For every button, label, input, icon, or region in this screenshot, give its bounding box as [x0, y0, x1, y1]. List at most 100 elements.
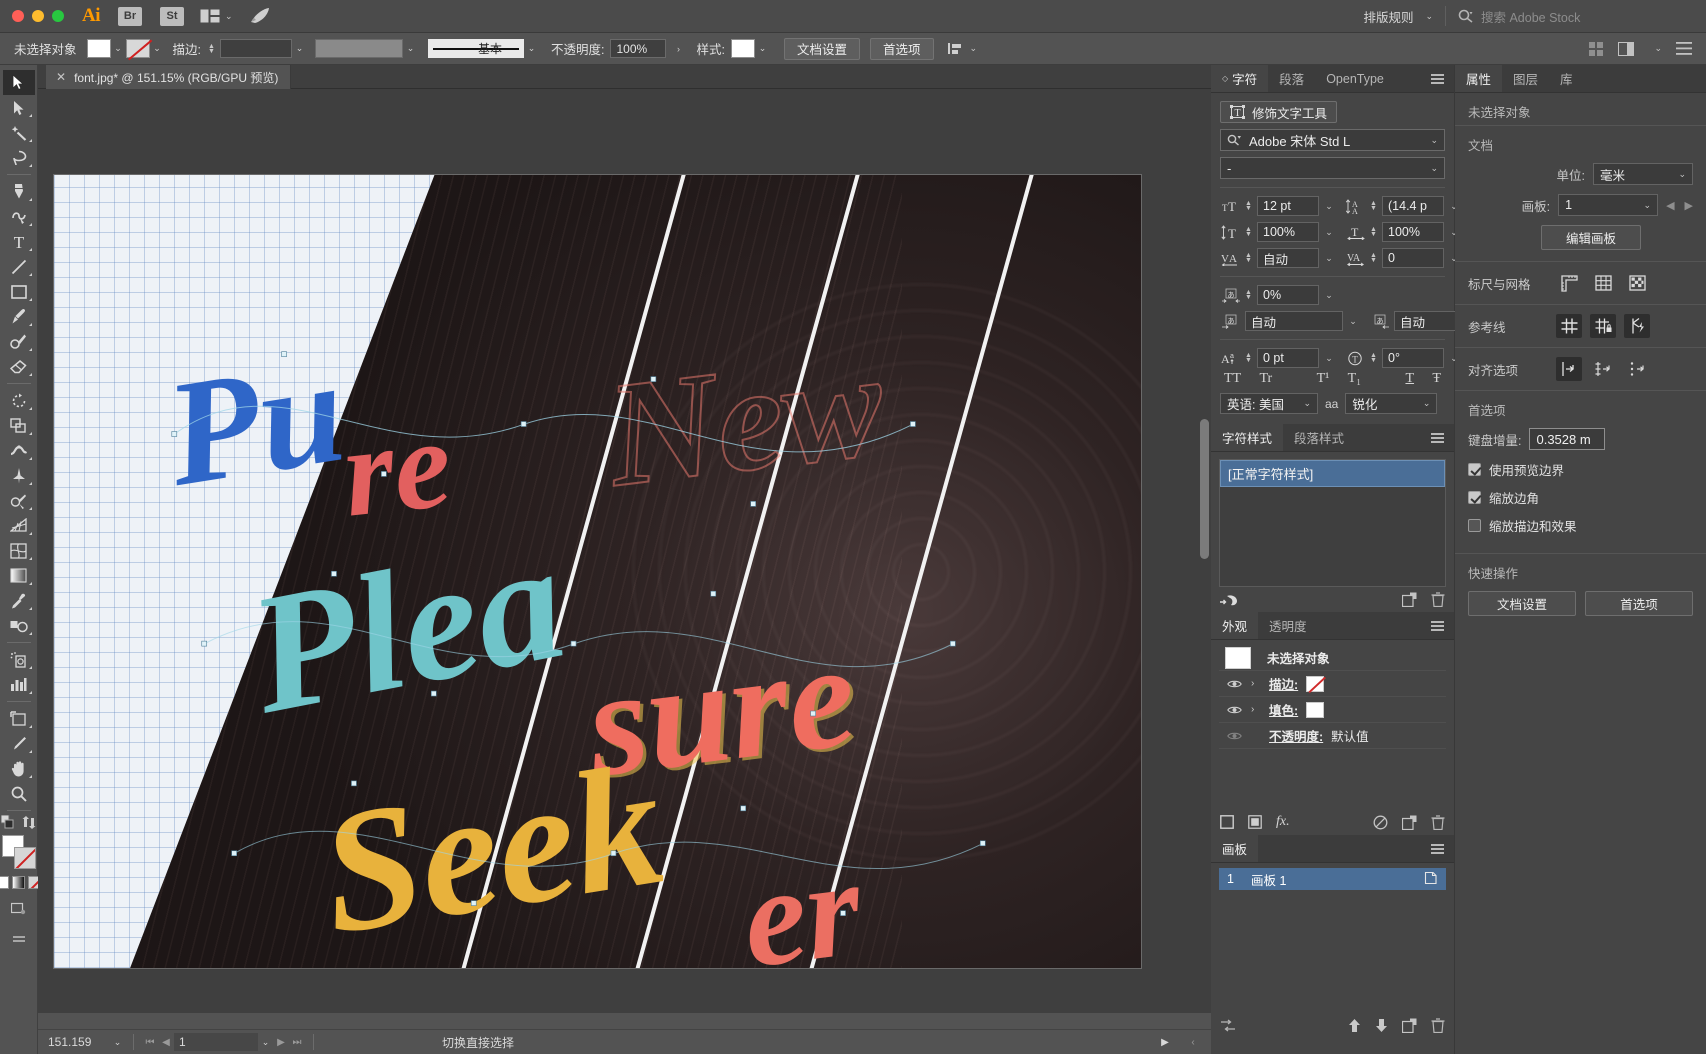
tab-layers[interactable]: 图层 [1502, 65, 1549, 92]
vertical-scale-chevron-down-icon[interactable]: ⌄ [1322, 227, 1336, 238]
mesh-tool[interactable] [3, 538, 35, 563]
artboard-chevron-down-icon[interactable]: ⌄ [258, 1033, 273, 1052]
character-panel-menu-icon[interactable] [1431, 65, 1454, 92]
artboard-tool[interactable] [3, 706, 35, 731]
artboard-row[interactable]: 1 画板 1 [1219, 868, 1446, 890]
leading-value[interactable]: (14.4 p [1382, 196, 1444, 216]
character-style-item[interactable]: [正常字符样式] [1220, 460, 1445, 487]
artboard-options-icon[interactable] [1423, 871, 1438, 888]
underline-button[interactable]: T [1405, 371, 1414, 387]
stroke-style-dropdown[interactable]: 基本 [428, 39, 524, 58]
move-down-icon[interactable] [1375, 1018, 1388, 1033]
checkbox-scale-corners[interactable]: 缩放边角 [1468, 488, 1693, 507]
visibility-eye-icon-disabled[interactable] [1225, 731, 1243, 741]
arrange-documents-icon[interactable]: ⌄ [200, 9, 233, 23]
color-swatch-button[interactable] [0, 876, 9, 889]
tracking-value[interactable]: 0 [1382, 248, 1444, 268]
move-up-icon[interactable] [1348, 1018, 1361, 1033]
appearance-target-row[interactable]: 未选择对象 [1219, 645, 1446, 671]
duplicate-item-icon[interactable] [1402, 815, 1417, 830]
visibility-eye-icon[interactable] [1225, 679, 1243, 689]
default-fill-stroke-icon[interactable] [1, 815, 16, 829]
line-segment-tool[interactable] [3, 254, 35, 279]
graphic-style-swatch[interactable] [731, 39, 755, 58]
delete-style-icon[interactable] [1431, 592, 1445, 607]
blend-tool[interactable] [3, 613, 35, 638]
direct-selection-tool[interactable] [3, 95, 35, 120]
small-caps-button[interactable]: Tr [1259, 371, 1272, 387]
tab-artboards[interactable]: 画板 [1211, 835, 1258, 862]
tab-appearance[interactable]: 外观 [1211, 612, 1258, 639]
first-page-icon[interactable]: ⏮ [142, 1037, 158, 1048]
rearrange-artboards-icon[interactable] [1220, 1018, 1236, 1033]
horizontal-scale-stepper[interactable]: ▲▼ [1370, 227, 1379, 237]
slice-tool[interactable] [3, 731, 35, 756]
kerning-field[interactable]: VA ▲▼ 自动 ⌄ [1220, 248, 1336, 268]
status-collapse-icon[interactable]: ‹ [1185, 1037, 1201, 1048]
rotate-tool[interactable] [3, 388, 35, 413]
fill-stroke-indicator[interactable] [2, 835, 36, 869]
font-family-chevron-down-icon[interactable]: ⌄ [1430, 135, 1438, 146]
appearance-row-opacity[interactable]: 不透明度: 默认值 [1219, 723, 1446, 749]
baseline-shift-field[interactable]: Aa ▲▼ 0 pt ⌄ [1220, 348, 1336, 368]
zoom-tool[interactable] [3, 781, 35, 806]
prev-page-icon[interactable]: ◀ [158, 1037, 174, 1048]
tab-paragraph-styles[interactable]: 段落样式 [1283, 424, 1355, 451]
font-size-stepper[interactable]: ▲▼ [1245, 201, 1254, 211]
vertical-scale-value[interactable]: 100% [1257, 222, 1319, 242]
close-tab-icon[interactable]: ✕ [56, 70, 66, 84]
canvas-vertical-scrollbar[interactable] [1200, 419, 1209, 559]
aki-top-field[interactable]: あ 自动 ⌄ [1220, 311, 1360, 331]
eyedropper-tool[interactable] [3, 588, 35, 613]
status-play-icon[interactable]: ▶ [1157, 1037, 1173, 1048]
canvas-area[interactable]: Pu re New Plea sure Seek er [38, 89, 1211, 1013]
fill-dropdown-chevron-down-icon[interactable]: ⌄ [111, 39, 126, 58]
kerning-stepper[interactable]: ▲▼ [1245, 253, 1254, 263]
stroke-profile-dropdown[interactable] [315, 39, 403, 58]
bridge-launch-button[interactable]: Br [118, 7, 142, 26]
next-artboard-icon[interactable]: ▶ [1685, 199, 1693, 212]
tsume-chevron-down-icon[interactable]: ⌄ [1322, 290, 1336, 301]
new-artboard-icon[interactable] [1402, 1018, 1417, 1033]
kerning-value[interactable]: 自动 [1257, 248, 1319, 268]
checkbox-scale-strokes-effects[interactable]: 缩放描边和效果 [1468, 516, 1693, 535]
appearance-row-stroke[interactable]: › 描边: [1219, 671, 1446, 697]
rotation-stepper[interactable]: ▲▼ [1370, 353, 1379, 363]
appearance-opacity-label[interactable]: 不透明度: [1269, 726, 1323, 745]
typography-rules-dropdown[interactable]: 排版规则 ⌄ [1363, 7, 1445, 26]
graphic-style-chevron-down-icon[interactable]: ⌄ [755, 39, 770, 58]
expand-chevron-right-icon[interactable]: › [1251, 704, 1261, 715]
pen-tool[interactable] [3, 179, 35, 204]
delete-item-icon[interactable] [1431, 815, 1445, 830]
expand-chevron-right-icon[interactable]: › [1251, 678, 1261, 689]
color-mode-buttons[interactable] [0, 876, 41, 889]
artboards-panel-menu-icon[interactable] [1431, 835, 1454, 862]
touch-type-tool-button[interactable]: T 修饰文字工具 [1220, 101, 1337, 123]
keyboard-increment-input[interactable]: 0.3528 m [1529, 428, 1605, 450]
panel-toggle-icon[interactable] [1618, 42, 1635, 56]
rectangle-tool[interactable] [3, 279, 35, 304]
quick-action-document-setup[interactable]: 文档设置 [1468, 591, 1576, 616]
units-chevron-down-icon[interactable]: ⌄ [1678, 169, 1686, 180]
stroke-style-chevron-down-icon[interactable]: ⌄ [524, 39, 539, 58]
gradient-swatch-button[interactable] [12, 876, 25, 889]
align-options-icon[interactable]: ⌄ [948, 41, 978, 56]
stroke-dropdown-chevron-down-icon[interactable]: ⌄ [150, 39, 165, 58]
aki-top-chevron-down-icon[interactable]: ⌄ [1346, 316, 1360, 327]
baseline-shift-stepper[interactable]: ▲▼ [1245, 353, 1254, 363]
tab-character[interactable]: ◇ 字符 [1211, 65, 1268, 92]
artboard-1[interactable]: Pu re New Plea sure Seek er [53, 174, 1142, 969]
stock-launch-button[interactable]: St [160, 7, 184, 26]
next-page-icon[interactable]: ▶ [273, 1037, 289, 1048]
kerning-chevron-down-icon[interactable]: ⌄ [1322, 253, 1336, 264]
checkbox-box[interactable] [1468, 519, 1481, 532]
font-style-input[interactable]: - ⌄ [1220, 157, 1445, 179]
artboard-number-input[interactable]: 1 [174, 1033, 258, 1051]
hamburger-menu-icon[interactable] [1676, 42, 1692, 55]
show-rulers-icon[interactable] [1556, 271, 1582, 295]
perspective-grid-tool[interactable] [3, 513, 35, 538]
prev-artboard-icon[interactable]: ◀ [1666, 199, 1674, 212]
show-transparency-grid-icon[interactable] [1624, 271, 1650, 295]
add-effect-icon[interactable]: fx. [1276, 814, 1290, 830]
checkbox-box[interactable] [1468, 491, 1481, 504]
